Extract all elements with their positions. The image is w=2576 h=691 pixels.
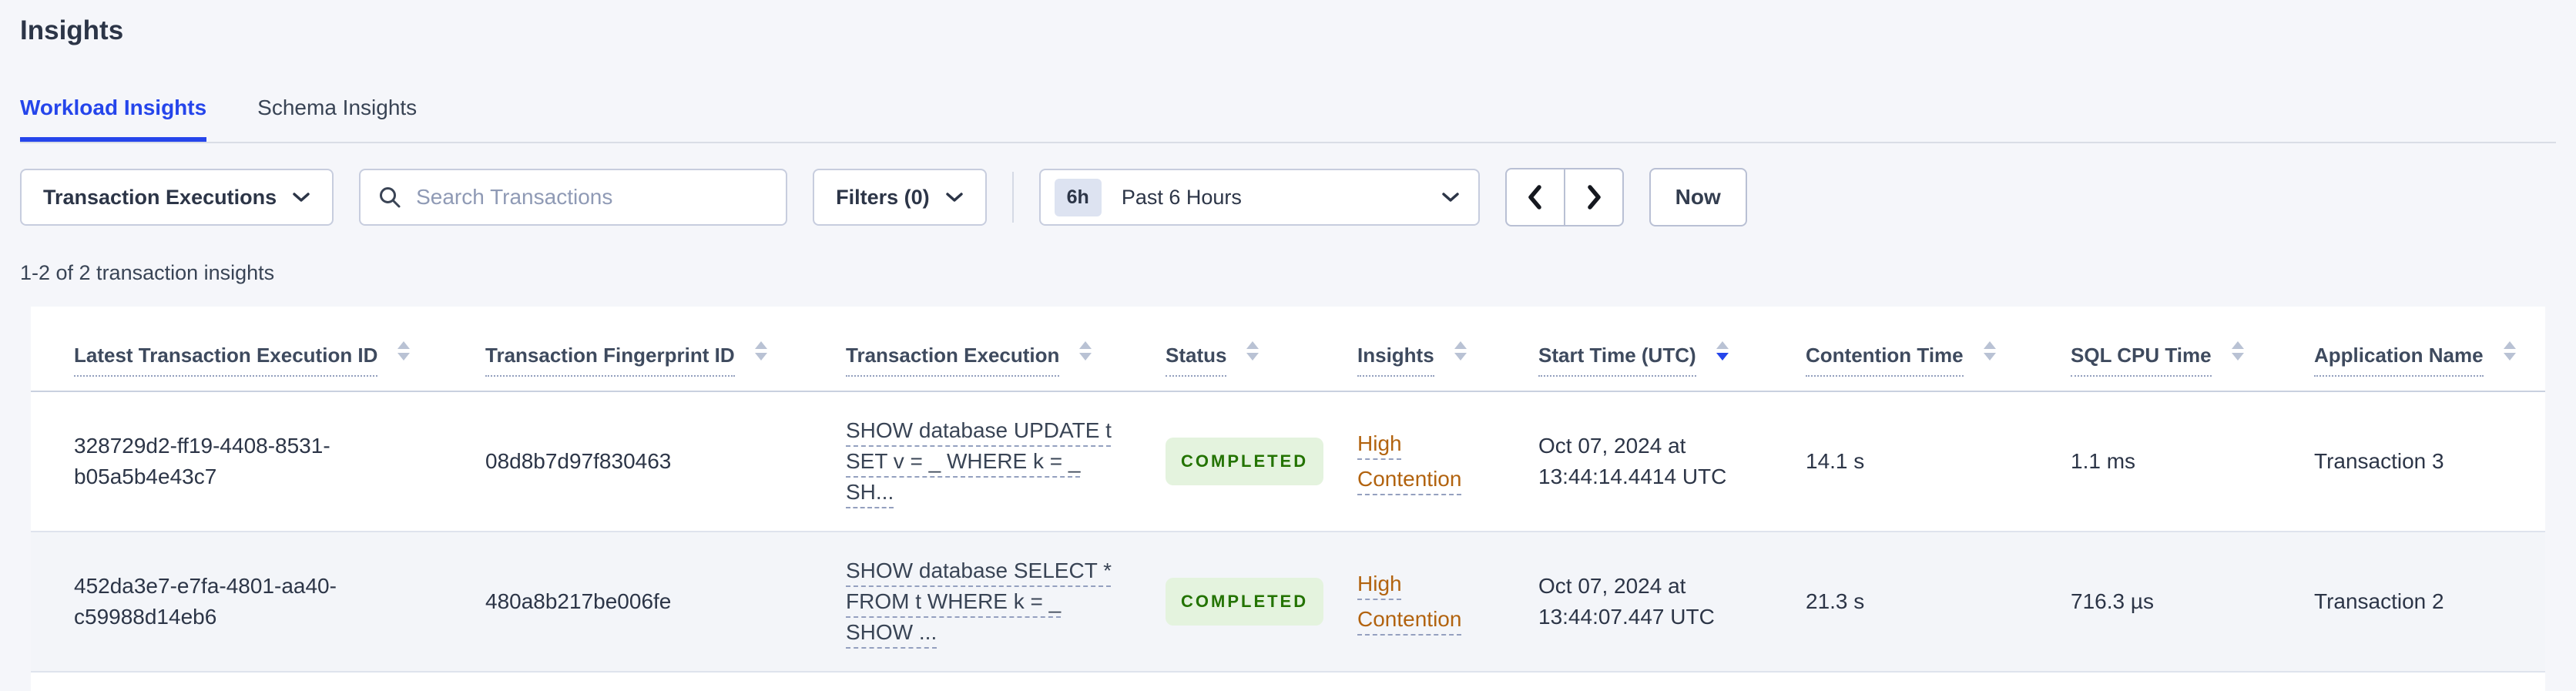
cell-status: COMPLETED: [1135, 531, 1327, 673]
cell-status: COMPLETED: [1135, 391, 1327, 532]
table-row: 328729d2-ff19-4408-8531-b05a5b4e43c7 08d…: [31, 391, 2545, 532]
now-button[interactable]: Now: [1649, 168, 1747, 226]
column-header-contention-time[interactable]: Contention Time: [1775, 307, 2040, 392]
time-range-label: Past 6 Hours: [1121, 185, 1242, 209]
cell-fingerprint-id: 480a8b217be006fe: [454, 531, 815, 673]
filters-button[interactable]: Filters (0): [813, 169, 987, 226]
time-step-buttons: [1504, 168, 1624, 226]
sort-icon[interactable]: [1454, 340, 1467, 361]
table-row: 452da3e7-e7fa-4801-aa40-c59988d14eb6 480…: [31, 531, 2545, 673]
now-label: Now: [1675, 185, 1721, 209]
sort-icon[interactable]: [2503, 340, 2516, 361]
cell-sql-cpu-time: 716.3 µs: [2040, 531, 2283, 673]
sort-icon[interactable]: [1246, 340, 1259, 361]
column-header-status[interactable]: Status: [1135, 307, 1327, 392]
cell-application-name: Transaction 2: [2283, 531, 2545, 673]
cell-execution-id: 452da3e7-e7fa-4801-aa40-c59988d14eb6: [31, 531, 454, 673]
cell-execution-id: 328729d2-ff19-4408-8531-b05a5b4e43c7: [31, 391, 454, 532]
transaction-insights-table: Latest Transaction Execution ID Transact…: [31, 307, 2545, 673]
sort-icon[interactable]: [2231, 340, 2244, 361]
status-badge: COMPLETED: [1166, 438, 1324, 485]
column-header-sql-cpu-time[interactable]: SQL CPU Time: [2040, 307, 2283, 392]
chevron-right-icon: [1587, 185, 1601, 210]
time-range-picker[interactable]: 6h Past 6 Hours: [1038, 169, 1480, 226]
sort-icon[interactable]: [397, 340, 411, 361]
execution-type-dropdown[interactable]: Transaction Executions: [20, 169, 334, 226]
cell-insights: High Contention: [1327, 391, 1508, 532]
search-box[interactable]: [359, 169, 788, 226]
previous-time-button[interactable]: [1504, 168, 1565, 226]
cell-insights: High Contention: [1327, 531, 1508, 673]
high-contention-link[interactable]: High Contention: [1357, 572, 1461, 631]
next-time-button[interactable]: [1563, 168, 1624, 226]
results-count: 1-2 of 2 transaction insights: [20, 261, 275, 284]
cell-contention-time: 14.1 s: [1775, 391, 2040, 532]
sort-icon[interactable]: [754, 340, 767, 361]
page-title: Insights: [20, 15, 124, 45]
column-header-latest-transaction-execution-id[interactable]: Latest Transaction Execution ID: [31, 307, 454, 392]
column-header-transaction-fingerprint-id[interactable]: Transaction Fingerprint ID: [454, 307, 815, 392]
insights-tabs: Workload Insights Schema Insights: [20, 94, 2556, 143]
cell-start-time: Oct 07, 2024 at 13:44:07.447 UTC: [1508, 531, 1775, 673]
column-header-application-name[interactable]: Application Name: [2283, 307, 2545, 392]
cell-transaction-execution: SHOW database UPDATE t SET v = _ WHERE k…: [815, 391, 1135, 532]
status-badge: COMPLETED: [1166, 578, 1324, 626]
chevron-down-icon: [1441, 193, 1459, 202]
cell-fingerprint-id: 08d8b7d97f830463: [454, 391, 815, 532]
column-header-start-time[interactable]: Start Time (UTC): [1508, 307, 1775, 392]
column-header-insights[interactable]: Insights: [1327, 307, 1508, 392]
search-input[interactable]: [416, 185, 770, 210]
time-range-badge: 6h: [1054, 178, 1102, 216]
cell-transaction-execution: SHOW database SELECT * FROM t WHERE k = …: [815, 531, 1135, 673]
chevron-down-icon: [945, 193, 963, 202]
insights-table-card: Latest Transaction Execution ID Transact…: [31, 307, 2545, 691]
chevron-down-icon: [293, 193, 310, 202]
chevron-left-icon: [1528, 185, 1541, 210]
cell-start-time: Oct 07, 2024 at 13:44:14.4414 UTC: [1508, 391, 1775, 532]
toolbar-divider: [1011, 172, 1014, 223]
high-contention-link[interactable]: High Contention: [1357, 431, 1461, 491]
filters-label: Filters (0): [836, 185, 930, 209]
execution-type-label: Transaction Executions: [43, 185, 277, 209]
transaction-statement-link[interactable]: SHOW database UPDATE t SET v = _ WHERE k…: [846, 418, 1112, 504]
tab-schema-insights[interactable]: Schema Insights: [257, 94, 417, 142]
transaction-statement-link[interactable]: SHOW database SELECT * FROM t WHERE k = …: [846, 559, 1112, 644]
toolbar: Transaction Executions Filters (0) 6h Pa…: [20, 168, 2556, 226]
cell-contention-time: 21.3 s: [1775, 531, 2040, 673]
sort-icon[interactable]: [1079, 340, 1092, 361]
table-header-row: Latest Transaction Execution ID Transact…: [31, 307, 2545, 392]
column-header-transaction-execution[interactable]: Transaction Execution: [815, 307, 1135, 392]
tab-workload-insights[interactable]: Workload Insights: [20, 94, 207, 142]
cell-sql-cpu-time: 1.1 ms: [2040, 391, 2283, 532]
search-icon: [380, 187, 401, 208]
sort-icon-descending-active[interactable]: [1716, 340, 1729, 361]
sort-icon[interactable]: [1983, 340, 1996, 361]
cell-application-name: Transaction 3: [2283, 391, 2545, 532]
